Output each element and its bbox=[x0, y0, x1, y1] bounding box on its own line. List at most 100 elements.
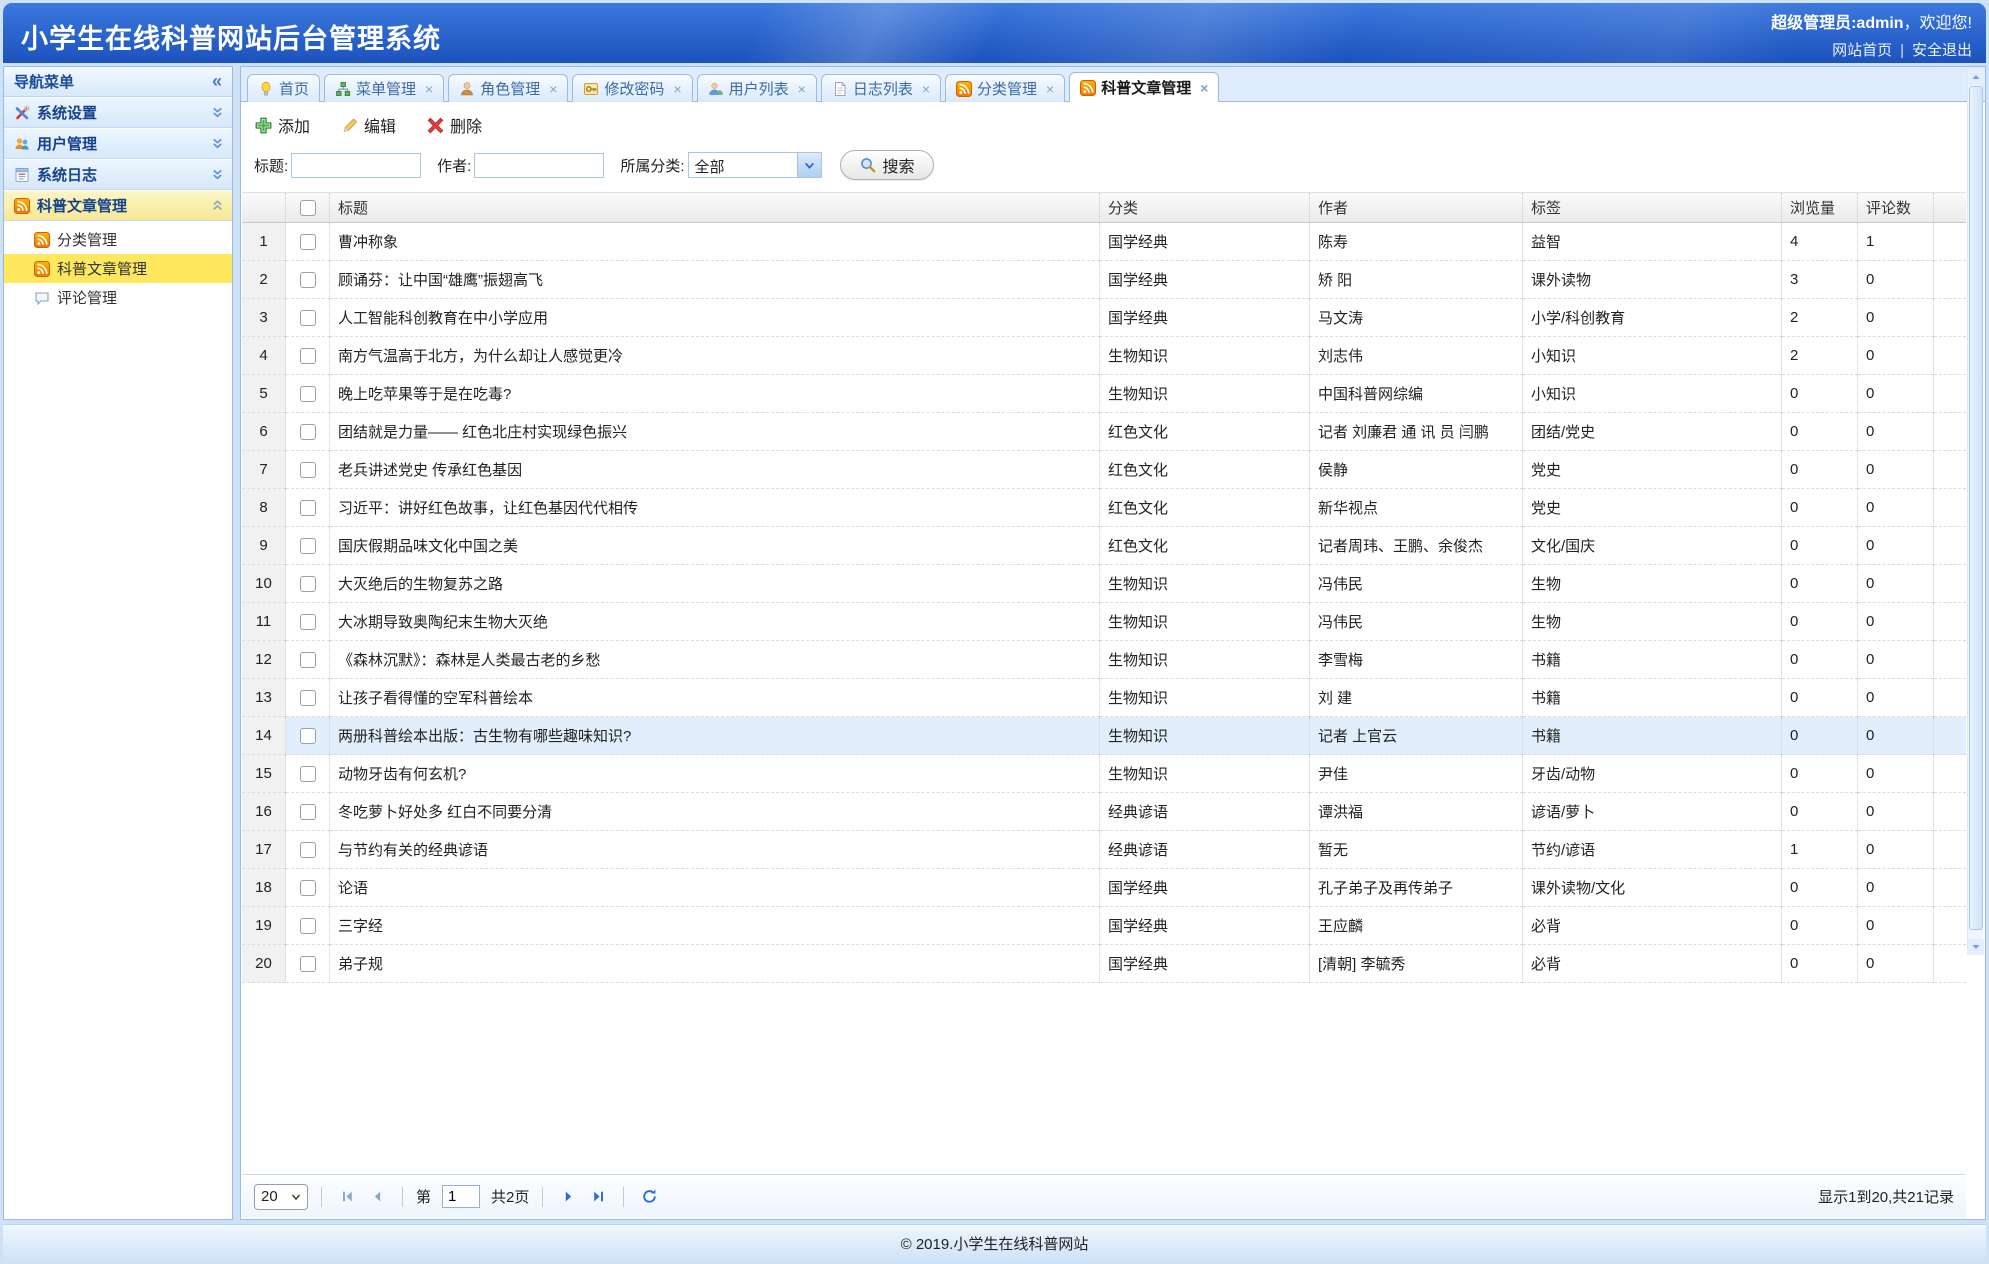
sidebar-item[interactable]: 用户管理 bbox=[4, 128, 232, 159]
table-row[interactable]: 3人工智能科创教育在中小学应用国学经典马文涛小学/科创教育20 bbox=[242, 299, 1966, 337]
vertical-scrollbar[interactable] bbox=[1967, 69, 1983, 955]
sidebar-item[interactable]: 系统设置 bbox=[4, 97, 232, 128]
tab[interactable]: 日志列表× bbox=[821, 74, 941, 102]
table-row[interactable]: 10大灭绝后的生物复苏之路生物知识冯伟民生物00 bbox=[242, 565, 1966, 603]
copyright-text: © 2019.小学生在线科普网站 bbox=[901, 1233, 1089, 1254]
sidebar-item[interactable]: 系统日志 bbox=[4, 159, 232, 190]
next-page-button[interactable] bbox=[556, 1185, 580, 1209]
sidebar-subitem[interactable]: 科普文章管理 bbox=[4, 254, 232, 283]
chevron-down-icon[interactable] bbox=[797, 153, 821, 177]
row-checkbox[interactable] bbox=[300, 500, 316, 516]
tab[interactable]: 科普文章管理× bbox=[1069, 72, 1219, 102]
table-row[interactable]: 16冬吃萝卜好处多 红白不同要分清经典谚语谭洪福谚语/萝卜00 bbox=[242, 793, 1966, 831]
collapse-sidebar-icon[interactable]: « bbox=[212, 71, 222, 92]
site-home-link[interactable]: 网站首页 bbox=[1832, 42, 1892, 59]
divider bbox=[623, 1187, 624, 1207]
author-filter-input[interactable] bbox=[474, 153, 604, 178]
tab[interactable]: 菜单管理× bbox=[324, 74, 444, 102]
edit-button[interactable]: 编辑 bbox=[340, 113, 396, 137]
cell-author: 记者 刘廉君 通 讯 员 闫鹏 bbox=[1310, 413, 1523, 451]
tab[interactable]: 分类管理× bbox=[945, 74, 1065, 102]
row-number: 20 bbox=[242, 945, 286, 983]
cell-filler bbox=[1934, 527, 1966, 565]
row-checkbox[interactable] bbox=[300, 348, 316, 364]
table-row[interactable]: 11大冰期导致奥陶纪末生物大灭绝生物知识冯伟民生物00 bbox=[242, 603, 1966, 641]
row-checkbox[interactable] bbox=[300, 766, 316, 782]
row-checkbox[interactable] bbox=[300, 614, 316, 630]
row-checkbox[interactable] bbox=[300, 652, 316, 668]
row-checkbox[interactable] bbox=[300, 804, 316, 820]
close-tab-icon[interactable]: × bbox=[798, 82, 806, 96]
row-checkbox[interactable] bbox=[300, 234, 316, 250]
total-pages-label: 共2页 bbox=[491, 1186, 529, 1207]
scroll-up-icon[interactable] bbox=[1968, 69, 1984, 85]
table-row[interactable]: 14两册科普绘本出版：古生物有哪些趣味知识?生物知识记者 上官云书籍00 bbox=[242, 717, 1966, 755]
cell-tags: 书籍 bbox=[1523, 641, 1782, 679]
title-filter-input[interactable] bbox=[291, 153, 421, 178]
scrollbar-thumb[interactable] bbox=[1969, 86, 1983, 930]
close-tab-icon[interactable]: × bbox=[1046, 82, 1054, 96]
table-row[interactable]: 19三字经国学经典王应麟必背00 bbox=[242, 907, 1966, 945]
close-tab-icon[interactable]: × bbox=[673, 82, 681, 96]
table-row[interactable]: 12《森林沉默》：森林是人类最古老的乡愁生物知识李雪梅书籍00 bbox=[242, 641, 1966, 679]
table-row[interactable]: 1曹冲称象国学经典陈寿益智41 bbox=[242, 223, 1966, 261]
row-checkbox[interactable] bbox=[300, 576, 316, 592]
row-checkbox[interactable] bbox=[300, 462, 316, 478]
table-row[interactable]: 7老兵讲述党史 传承红色基因红色文化侯静党史00 bbox=[242, 451, 1966, 489]
last-page-button[interactable] bbox=[586, 1185, 610, 1209]
category-select[interactable]: 全部 bbox=[688, 152, 822, 178]
sidebar-subitem[interactable]: 分类管理 bbox=[4, 225, 232, 254]
search-button[interactable]: 搜索 bbox=[840, 150, 934, 180]
sidebar-subitem[interactable]: 评论管理 bbox=[4, 283, 232, 312]
cell-author: 李雪梅 bbox=[1310, 641, 1523, 679]
table-row[interactable]: 20弟子规国学经典[清朝] 李毓秀必背00 bbox=[242, 945, 1966, 983]
header-views: 浏览量 bbox=[1782, 193, 1858, 223]
tab[interactable]: 用户列表× bbox=[697, 74, 817, 102]
table-row[interactable]: 5晚上吃苹果等于是在吃毒?生物知识中国科普网综编小知识00 bbox=[242, 375, 1966, 413]
row-checkbox[interactable] bbox=[300, 728, 316, 744]
close-tab-icon[interactable]: × bbox=[549, 82, 557, 96]
row-checkbox[interactable] bbox=[300, 956, 316, 972]
table-row[interactable]: 15动物牙齿有何玄机?生物知识尹佳牙齿/动物00 bbox=[242, 755, 1966, 793]
select-all-checkbox[interactable] bbox=[300, 200, 316, 216]
cell-comments: 0 bbox=[1858, 831, 1934, 869]
tab[interactable]: 首页 bbox=[247, 74, 320, 102]
table-row[interactable]: 9国庆假期品味文化中国之美红色文化记者周玮、王鹏、余俊杰文化/国庆00 bbox=[242, 527, 1966, 565]
prev-page-button[interactable] bbox=[365, 1185, 389, 1209]
cell-filler bbox=[1934, 641, 1966, 679]
row-checkbox[interactable] bbox=[300, 310, 316, 326]
row-checkbox[interactable] bbox=[300, 538, 316, 554]
cell-filler bbox=[1934, 489, 1966, 527]
sidebar-item[interactable]: 科普文章管理 bbox=[4, 190, 232, 221]
refresh-button[interactable] bbox=[637, 1185, 661, 1209]
table-row[interactable]: 18论语国学经典孔子弟子及再传弟子课外读物/文化00 bbox=[242, 869, 1966, 907]
tab[interactable]: 角色管理× bbox=[448, 74, 568, 102]
table-row[interactable]: 13让孩子看得懂的空军科普绘本生物知识刘 建书籍00 bbox=[242, 679, 1966, 717]
first-page-button[interactable] bbox=[335, 1185, 359, 1209]
close-tab-icon[interactable]: × bbox=[1200, 81, 1208, 95]
row-checkbox[interactable] bbox=[300, 842, 316, 858]
row-checkbox[interactable] bbox=[300, 424, 316, 440]
table-row[interactable]: 17与节约有关的经典谚语经典谚语暂无节约/谚语10 bbox=[242, 831, 1966, 869]
close-tab-icon[interactable]: × bbox=[922, 82, 930, 96]
row-checkbox[interactable] bbox=[300, 690, 316, 706]
table-row[interactable]: 2顾诵芬：让中国“雄鹰”振翅高飞国学经典矫 阳课外读物30 bbox=[242, 261, 1966, 299]
row-checkbox[interactable] bbox=[300, 918, 316, 934]
row-checkbox-cell bbox=[286, 679, 330, 717]
table-row[interactable]: 4南方气温高于北方，为什么却让人感觉更冷生物知识刘志伟小知识20 bbox=[242, 337, 1966, 375]
table-row[interactable]: 8习近平：讲好红色故事，让红色基因代代相传红色文化新华视点党史00 bbox=[242, 489, 1966, 527]
row-checkbox[interactable] bbox=[300, 272, 316, 288]
tab[interactable]: 修改密码× bbox=[572, 74, 692, 102]
delete-button[interactable]: 删除 bbox=[426, 113, 482, 137]
add-button[interactable]: 添加 bbox=[254, 113, 310, 137]
row-checkbox[interactable] bbox=[300, 386, 316, 402]
close-tab-icon[interactable]: × bbox=[425, 82, 433, 96]
divider bbox=[542, 1187, 543, 1207]
cell-views: 0 bbox=[1782, 793, 1858, 831]
row-checkbox[interactable] bbox=[300, 880, 316, 896]
logout-link[interactable]: 安全退出 bbox=[1912, 42, 1972, 59]
page-number-input[interactable] bbox=[442, 1185, 480, 1208]
scroll-down-icon[interactable] bbox=[1968, 939, 1984, 955]
page-size-select[interactable]: 20 bbox=[254, 1184, 308, 1210]
table-row[interactable]: 6团结就是力量—— 红色北庄村实现绿色振兴红色文化记者 刘廉君 通 讯 员 闫鹏… bbox=[242, 413, 1966, 451]
